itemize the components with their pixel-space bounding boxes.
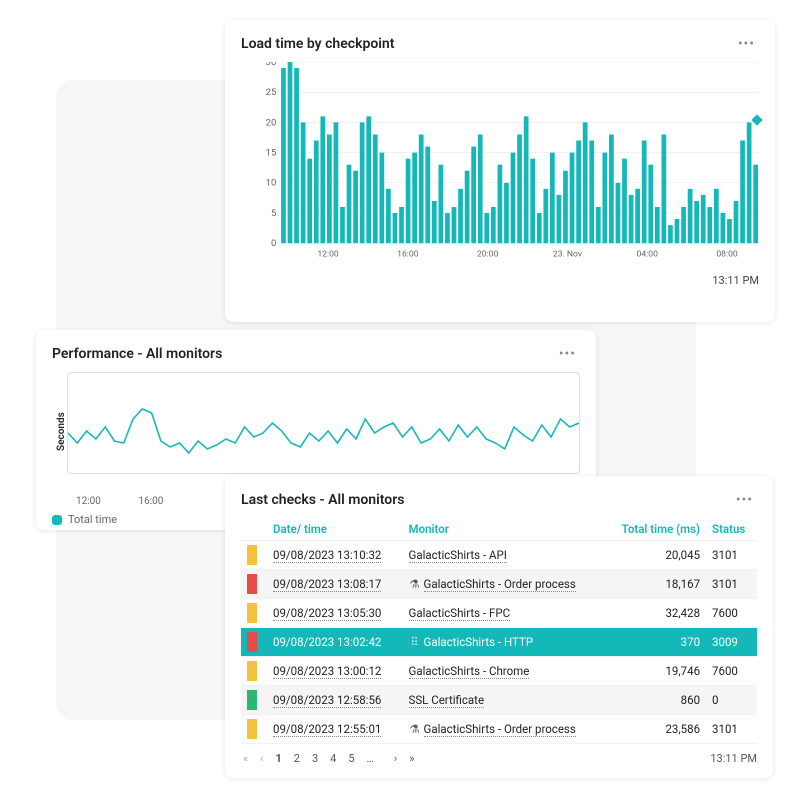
cell-datetime: 09/08/2023 13:05:30 bbox=[273, 606, 381, 621]
pager-page[interactable]: 4 bbox=[328, 752, 338, 765]
line-chart bbox=[67, 372, 580, 474]
cell-monitor: GalacticShirts - API bbox=[409, 548, 507, 563]
table-row[interactable]: 09/08/2023 13:08:17 ⚗GalacticShirts - Ord… bbox=[241, 570, 757, 599]
cell-monitor: GalacticShirts - HTTP bbox=[424, 635, 534, 650]
pager-first-icon[interactable]: « bbox=[241, 752, 250, 765]
svg-text:0: 0 bbox=[271, 238, 276, 249]
bar-chart: 0 5 10 15 20 25 30 12:00 16:00 20:00 23. Nov 04:00 0… bbox=[263, 62, 759, 272]
cell-total: 20,045 bbox=[604, 541, 706, 570]
status-chip bbox=[247, 545, 257, 565]
timestamp-label: 13:11 PM bbox=[241, 274, 759, 287]
cell-total: 23,586 bbox=[604, 715, 706, 744]
table-row[interactable]: 09/08/2023 13:02:42 ⠿GalacticShirts - HTT… bbox=[241, 628, 757, 657]
col-datetime[interactable]: Date/ time bbox=[267, 518, 403, 541]
svg-text:04:00: 04:00 bbox=[637, 250, 659, 260]
status-chip bbox=[247, 603, 257, 623]
pager-page[interactable]: … bbox=[365, 752, 376, 765]
cell-status: 7600 bbox=[706, 599, 757, 628]
more-icon[interactable]: ••• bbox=[734, 34, 759, 54]
cell-total: 18,167 bbox=[604, 570, 706, 599]
svg-text:20: 20 bbox=[266, 117, 277, 128]
status-chip bbox=[247, 661, 257, 681]
cell-monitor: GalacticShirts - Order process bbox=[424, 577, 576, 592]
table-row[interactable]: 09/08/2023 12:55:01 ⚗GalacticShirts - Ord… bbox=[241, 715, 757, 744]
pager-page[interactable]: 2 bbox=[292, 752, 302, 765]
svg-text:20:00: 20:00 bbox=[477, 250, 499, 260]
svg-text:12:00: 12:00 bbox=[317, 250, 339, 260]
cell-status: 3101 bbox=[706, 541, 757, 570]
svg-text:16:00: 16:00 bbox=[397, 250, 419, 260]
status-chip bbox=[247, 690, 257, 710]
cell-datetime: 09/08/2023 13:00:12 bbox=[273, 664, 381, 679]
card-title: Load time by checkpoint bbox=[241, 36, 394, 52]
svg-text:08:00: 08:00 bbox=[716, 250, 738, 260]
monitor-type-icon: ⠿ bbox=[409, 635, 421, 649]
cell-monitor: SSL Certificate bbox=[409, 693, 485, 708]
timestamp-label: 13:11 PM bbox=[710, 752, 757, 765]
svg-text:25: 25 bbox=[266, 87, 277, 98]
cell-status: 0 bbox=[706, 686, 757, 715]
table-row[interactable]: 09/08/2023 13:05:30 GalacticShirts - FPC 3… bbox=[241, 599, 757, 628]
pager-page[interactable]: 5 bbox=[346, 752, 356, 765]
cell-datetime: 09/08/2023 12:55:01 bbox=[273, 722, 381, 737]
cell-monitor: GalacticShirts - FPC bbox=[409, 606, 511, 621]
svg-text:5: 5 bbox=[271, 208, 276, 219]
card-last-checks: Last checks - All monitors ••• Date/ tim… bbox=[225, 476, 773, 778]
pager-prev-icon[interactable]: ‹ bbox=[258, 752, 265, 765]
y-axis-label: Seconds bbox=[52, 372, 67, 492]
svg-text:23. Nov: 23. Nov bbox=[553, 250, 582, 260]
col-monitor[interactable]: Monitor bbox=[403, 518, 605, 541]
monitor-type-icon: ⚗ bbox=[409, 577, 421, 591]
svg-text:30: 30 bbox=[266, 62, 277, 68]
cell-status: 7600 bbox=[706, 657, 757, 686]
pager-nav: « ‹ 12345 … › » bbox=[241, 752, 416, 765]
table-row[interactable]: 09/08/2023 13:00:12 GalacticShirts - Chro… bbox=[241, 657, 757, 686]
pager-next-icon[interactable]: › bbox=[392, 752, 399, 765]
status-chip bbox=[247, 719, 257, 739]
pager-last-icon[interactable]: » bbox=[407, 752, 416, 765]
cell-total: 32,428 bbox=[604, 599, 706, 628]
cell-monitor: GalacticShirts - Order process bbox=[424, 722, 576, 737]
pager-page[interactable]: 1 bbox=[273, 752, 283, 765]
cell-datetime: 09/08/2023 13:10:32 bbox=[273, 548, 381, 563]
pager-page[interactable]: 3 bbox=[310, 752, 320, 765]
legend-label: Total time bbox=[68, 513, 117, 526]
cell-total: 860 bbox=[604, 686, 706, 715]
cell-status: 3009 bbox=[706, 628, 757, 657]
status-chip bbox=[247, 632, 257, 652]
monitor-type-icon: ⚗ bbox=[409, 722, 421, 736]
cell-datetime: 09/08/2023 13:08:17 bbox=[273, 577, 381, 592]
more-icon[interactable]: ••• bbox=[555, 344, 580, 364]
cell-total: 19,746 bbox=[604, 657, 706, 686]
cell-total: 370 bbox=[604, 628, 706, 657]
col-status[interactable]: Status bbox=[706, 518, 757, 541]
cell-datetime: 09/08/2023 13:02:42 bbox=[273, 635, 381, 650]
cell-monitor: GalacticShirts - Chrome bbox=[409, 664, 530, 679]
pager: « ‹ 12345 … › » 13:11 PM bbox=[241, 752, 757, 765]
table-row[interactable]: 09/08/2023 13:10:32 GalacticShirts - API 2… bbox=[241, 541, 757, 570]
checks-table: Date/ time Monitor Total time (ms) Statu… bbox=[241, 518, 757, 744]
cell-datetime: 09/08/2023 12:58:56 bbox=[273, 693, 381, 708]
svg-text:15: 15 bbox=[266, 147, 277, 158]
table-row[interactable]: 09/08/2023 12:58:56 SSL Certificate 8600 bbox=[241, 686, 757, 715]
legend-swatch-icon bbox=[52, 515, 62, 525]
cell-status: 3101 bbox=[706, 715, 757, 744]
cell-status: 3101 bbox=[706, 570, 757, 599]
status-chip bbox=[247, 574, 257, 594]
col-total[interactable]: Total time (ms) bbox=[604, 518, 706, 541]
svg-text:10: 10 bbox=[266, 178, 277, 189]
more-icon[interactable]: ••• bbox=[732, 490, 757, 510]
card-load-time: Load time by checkpoint ••• 0 5 10 15 20 25 30… bbox=[225, 20, 775, 322]
card-title: Performance - All monitors bbox=[52, 346, 222, 362]
card-title: Last checks - All monitors bbox=[241, 492, 404, 508]
